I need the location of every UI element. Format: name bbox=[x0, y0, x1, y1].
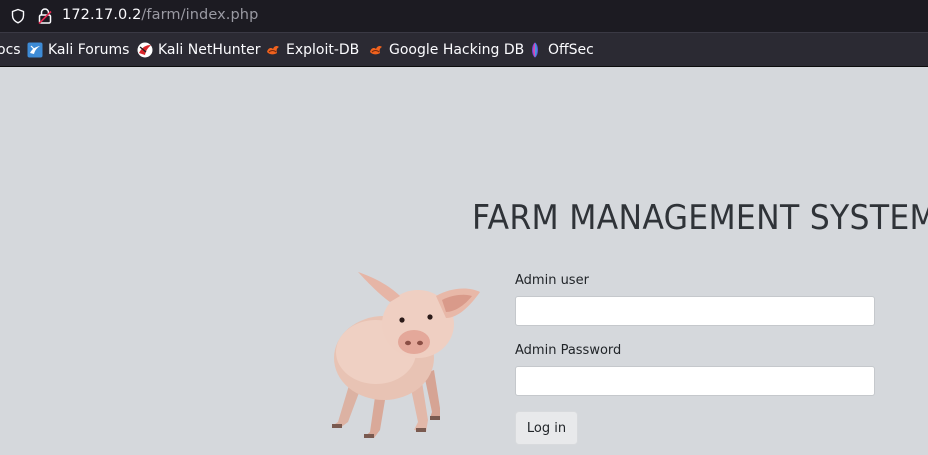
bookmark-exploit-db[interactable]: Exploit-DB bbox=[265, 33, 359, 67]
url-text[interactable]: 172.17.0.2/farm/index.php bbox=[62, 7, 258, 23]
tracking-protection-shield-icon[interactable] bbox=[10, 8, 26, 24]
offsec-icon bbox=[532, 42, 538, 58]
url-path: /farm/index.php bbox=[141, 7, 259, 23]
exploit-db-icon bbox=[267, 45, 279, 55]
page-title: FARM MANAGEMENT SYSTEM bbox=[472, 198, 928, 237]
url-host: 172.17.0.2 bbox=[62, 7, 142, 23]
bookmark-kali-forums[interactable]: Kali Forums bbox=[27, 33, 129, 67]
bookmarks-toolbar: ocs Kali Forums Kali NetHunter Exploit-D… bbox=[0, 32, 928, 67]
address-bar[interactable]: 172.17.0.2/farm/index.php bbox=[0, 0, 928, 32]
bookmark-label: Exploit-DB bbox=[286, 42, 360, 58]
bookmark-docs[interactable]: ocs bbox=[0, 33, 21, 67]
bookmark-label: Kali NetHunter bbox=[158, 42, 261, 58]
admin-password-label: Admin Password bbox=[515, 343, 622, 358]
google-hacking-db-icon bbox=[370, 45, 382, 55]
bookmark-offsec[interactable]: OffSec bbox=[527, 33, 594, 67]
bookmark-label: Google Hacking DB bbox=[389, 42, 525, 58]
bookmark-label: ocs bbox=[0, 42, 21, 58]
admin-user-label: Admin user bbox=[515, 273, 589, 288]
admin-password-input[interactable] bbox=[515, 366, 875, 396]
kali-nethunter-icon bbox=[137, 42, 153, 58]
insecure-lock-icon[interactable] bbox=[38, 7, 52, 25]
kali-forums-icon bbox=[27, 42, 43, 58]
bookmark-label: Kali Forums bbox=[48, 42, 130, 58]
login-button[interactable]: Log in bbox=[515, 411, 578, 445]
admin-user-input[interactable] bbox=[515, 296, 875, 326]
bookmark-google-hacking-db[interactable]: Google Hacking DB bbox=[368, 33, 524, 67]
bookmark-label: OffSec bbox=[548, 42, 594, 58]
pig-image bbox=[332, 272, 480, 438]
bookmark-kali-nethunter[interactable]: Kali NetHunter bbox=[137, 33, 260, 67]
